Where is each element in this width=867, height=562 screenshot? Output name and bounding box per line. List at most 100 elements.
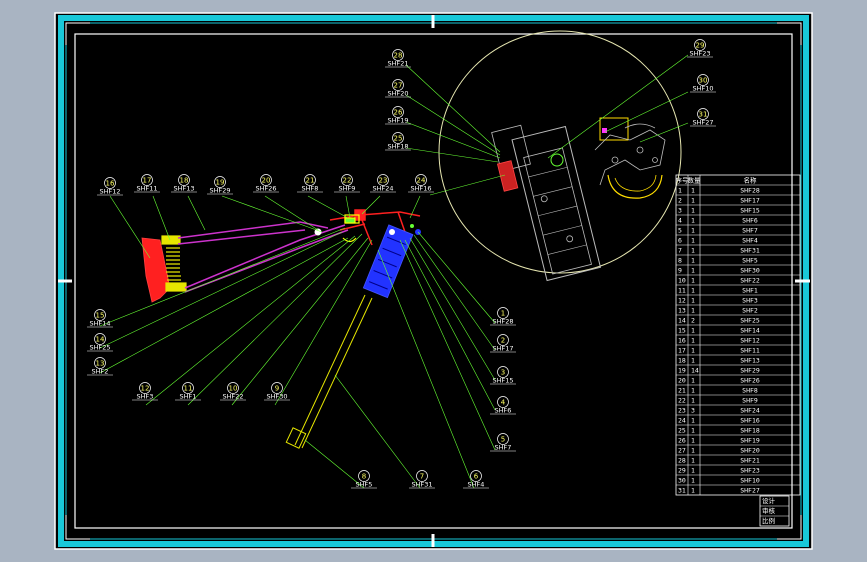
balloon-number: 25	[394, 134, 403, 142]
bom-row-qty: 1	[691, 337, 695, 345]
bom-row-index: 8	[678, 257, 682, 265]
bom-row-qty: 1	[691, 237, 695, 245]
bom-row-name: SHF16	[740, 417, 760, 425]
bom-row-index: 9	[678, 267, 682, 275]
balloon-number: 12	[141, 384, 150, 392]
balloon-number: 6	[474, 472, 479, 480]
bom-row-name: SHF14	[740, 327, 760, 335]
bom-row-name: SHF13	[740, 357, 760, 365]
balloon-number: 17	[143, 176, 152, 184]
bom-row-index: 22	[678, 397, 686, 405]
bom-row-name: SHF29	[740, 367, 760, 375]
balloon-part-code: SHF7	[495, 444, 512, 452]
bom-row-qty: 1	[691, 417, 695, 425]
bom-row-qty: 1	[691, 307, 695, 315]
balloon-number: 13	[96, 359, 105, 367]
balloon-number: 9	[275, 384, 279, 392]
bom-row-index: 5	[678, 227, 682, 235]
bom-row-index: 31	[678, 487, 686, 495]
balloon-number: 20	[262, 176, 271, 184]
balloon-number: 31	[699, 110, 708, 118]
balloon-part-code: SHF4	[468, 481, 485, 489]
balloon-number: 14	[96, 335, 105, 343]
bom-row-name: SHF2	[742, 307, 758, 315]
bom-row-qty: 1	[691, 377, 695, 385]
bom-row-qty: 1	[691, 297, 695, 305]
balloon-number: 4	[501, 398, 506, 406]
bom-row-index: 11	[678, 287, 686, 295]
balloon-number: 27	[394, 81, 403, 89]
balloon-part-code: SHF17	[492, 345, 513, 353]
balloon-part-code: SHF12	[99, 188, 120, 196]
bom-row-index: 16	[678, 337, 686, 345]
bom-row-name: SHF15	[740, 207, 760, 215]
balloon-number: 15	[96, 311, 105, 319]
bom-row-index: 19	[678, 367, 686, 375]
bom-row-qty: 1	[691, 267, 695, 275]
bom-row-qty: 1	[691, 277, 695, 285]
bom-row-index: 27	[678, 447, 686, 455]
bom-row-index: 29	[678, 467, 686, 475]
bom-header-cell: 名称	[744, 176, 758, 185]
title-block-cell: 设计	[762, 496, 776, 505]
balloon-part-code: SHF27	[692, 119, 713, 127]
bom-row-name: SHF1	[742, 287, 758, 295]
pivot-pin-front	[389, 229, 395, 235]
balloon-number: 16	[106, 179, 115, 187]
bom-row-qty: 1	[691, 257, 695, 265]
balloon-number: 5	[501, 435, 505, 443]
title-block-cell: 比例	[762, 516, 775, 525]
balloon-part-code: SHF23	[689, 50, 710, 58]
balloon-number: 26	[394, 108, 403, 116]
bom-row-name: SHF7	[742, 227, 758, 235]
balloon-part-code: SHF26	[255, 185, 276, 193]
balloon-part-code: SHF5	[356, 481, 373, 489]
bom-row-index: 2	[678, 197, 682, 205]
drawing-viewport[interactable]: 28 SHF21 27 SHF20 26 SHF19 25 SHF18 29 SHF23 30 SHF…	[0, 0, 867, 562]
bom-row-name: SHF4	[742, 237, 758, 245]
bom-row-qty: 1	[691, 287, 695, 295]
bom-row-index: 7	[678, 247, 682, 255]
balloon-part-code: SHF22	[222, 393, 243, 401]
balloon-number: 22	[343, 176, 352, 184]
balloon-part-code: SHF10	[692, 85, 713, 93]
balloon-number: 23	[379, 176, 388, 184]
balloon-number: 28	[394, 51, 403, 59]
bom-row-qty: 1	[691, 477, 695, 485]
bom-row-name: SHF9	[742, 397, 758, 405]
balloon-part-code: SHF31	[411, 481, 432, 489]
bom-row-qty: 1	[691, 327, 695, 335]
bom-row-name: SHF22	[740, 277, 760, 285]
balloon-number: 2	[501, 336, 505, 344]
bom-row-index: 23	[678, 407, 686, 415]
bom-row-index: 3	[678, 207, 682, 215]
bom-row-index: 13	[678, 307, 686, 315]
bom-row-name: SHF28	[740, 187, 760, 195]
bom-row-index: 24	[678, 417, 686, 425]
bom-row-qty: 1	[691, 187, 695, 195]
bom-row-index: 28	[678, 457, 686, 465]
balloon-part-code: SHF30	[266, 393, 287, 401]
bom-row-index: 17	[678, 347, 686, 355]
bom-row-qty: 14	[691, 367, 699, 375]
bom-row-name: SHF10	[740, 477, 760, 485]
bom-row-qty: 3	[691, 407, 695, 415]
balloon-part-code: SHF21	[387, 60, 408, 68]
bom-row-index: 26	[678, 437, 686, 445]
bom-row-qty: 1	[691, 197, 695, 205]
bom-header-cell: 数量	[688, 176, 702, 185]
bom-row-qty: 1	[691, 397, 695, 405]
bom-row-qty: 1	[691, 457, 695, 465]
balloon-part-code: SHF20	[387, 90, 408, 98]
balloon-number: 11	[184, 384, 193, 392]
balloon-part-code: SHF6	[495, 407, 512, 415]
balloon-part-code: SHF15	[492, 377, 513, 385]
balloon-number: 29	[696, 41, 705, 49]
bom-row-index: 10	[678, 277, 686, 285]
bom-row-qty: 1	[691, 487, 695, 495]
balloon-part-code: SHF24	[372, 185, 393, 193]
balloon-part-code: SHF18	[387, 143, 408, 151]
balloon-number: 21	[306, 176, 315, 184]
bom-row-name: SHF8	[742, 387, 758, 395]
bom-row-index: 6	[678, 237, 682, 245]
